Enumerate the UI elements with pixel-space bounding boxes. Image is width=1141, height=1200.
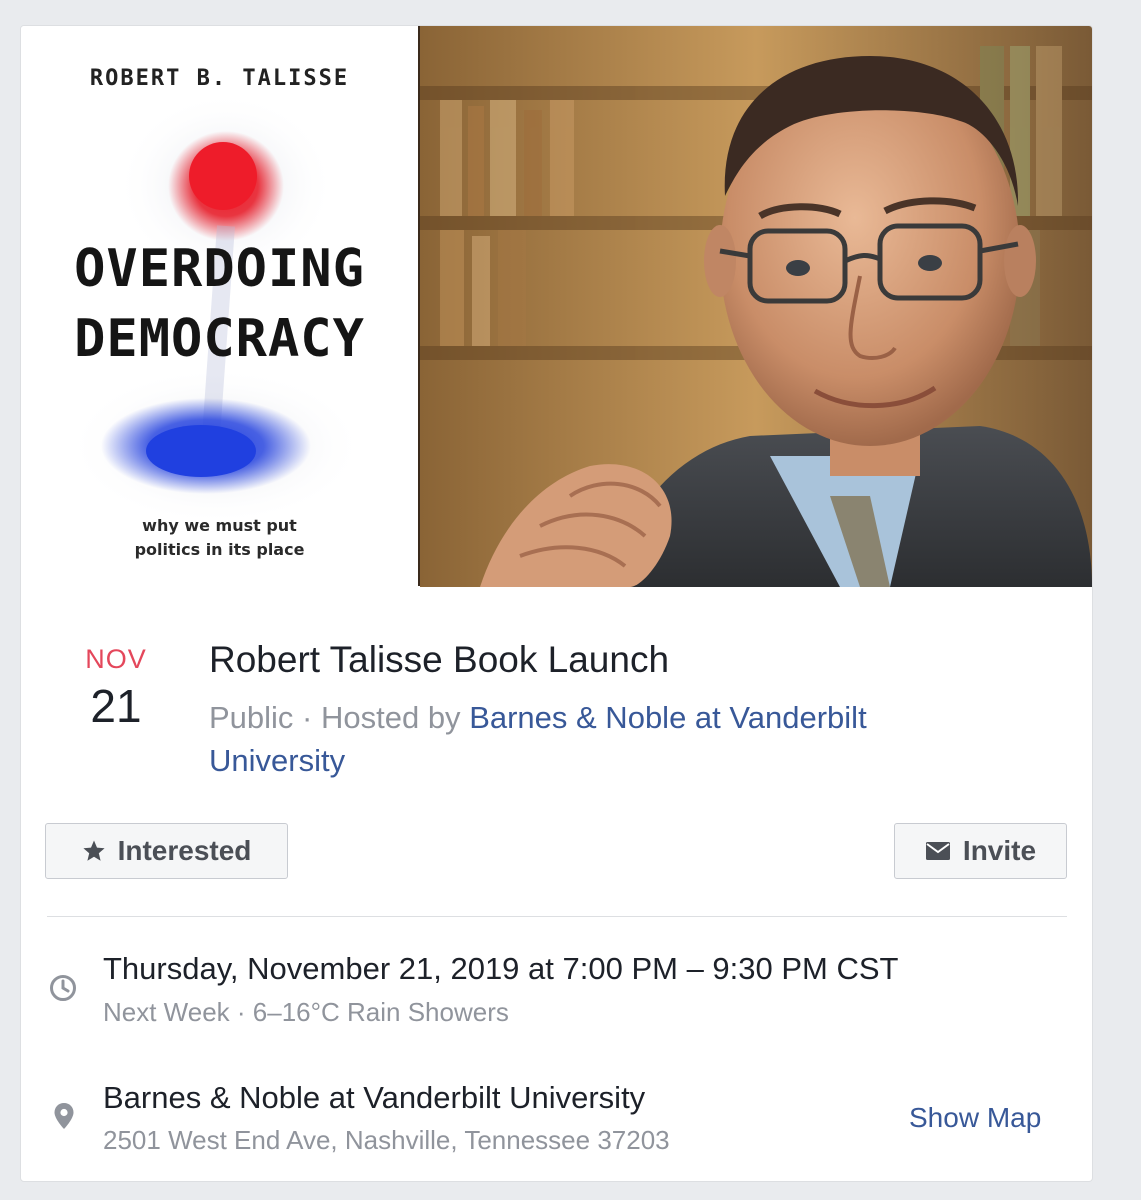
event-day: 21 [90, 680, 142, 732]
interested-button[interactable]: Interested [45, 823, 288, 879]
hosted-by-label: · Hosted by [293, 700, 470, 735]
star-icon [82, 839, 106, 863]
event-privacy: Public [209, 700, 294, 735]
network-graphic [66, 91, 366, 526]
location-address: 2501 West End Ave, Nashville, Tennessee … [103, 1125, 670, 1155]
book-author: ROBERT B. TALISSE [89, 66, 350, 91]
event-cover-photo[interactable]: ROBERT B. TALISSE OVERDOING DEMOCRACY wh… [21, 26, 1092, 587]
author-portrait [420, 26, 1092, 587]
envelope-icon [925, 841, 951, 861]
event-month: NOV [85, 644, 147, 674]
location-name[interactable]: Barnes & Noble at Vanderbilt University [103, 1080, 645, 1116]
clock-icon [49, 974, 77, 1007]
event-meta: Public · Hosted by Barnes & Noble at Van… [209, 696, 1009, 782]
book-title-line-1: OVERDOING [74, 239, 365, 299]
event-datetime[interactable]: Thursday, November 21, 2019 at 7:00 PM –… [103, 951, 898, 987]
show-map-link[interactable]: Show Map [909, 1102, 1041, 1134]
invite-button[interactable]: Invite [894, 823, 1067, 879]
book-title-line-2: DEMOCRACY [74, 309, 365, 369]
divider [47, 916, 1067, 917]
interested-label: Interested [117, 835, 252, 866]
event-title[interactable]: Robert Talisse Book Launch [209, 639, 669, 681]
book-subtitle: why we must put politics in its place [21, 514, 418, 562]
event-card: ROBERT B. TALISSE OVERDOING DEMOCRACY wh… [20, 25, 1093, 1182]
book-subtitle-line-2: politics in its place [134, 540, 305, 559]
map-pin-icon [53, 1102, 75, 1135]
event-relative-weather: Next Week · 6–16°C Rain Showers [103, 997, 509, 1027]
event-date: NOV 21 [81, 644, 151, 733]
book-subtitle-line-1: why we must put [142, 516, 297, 535]
invite-label: Invite [962, 835, 1037, 866]
book-cover: ROBERT B. TALISSE OVERDOING DEMOCRACY wh… [21, 26, 420, 586]
